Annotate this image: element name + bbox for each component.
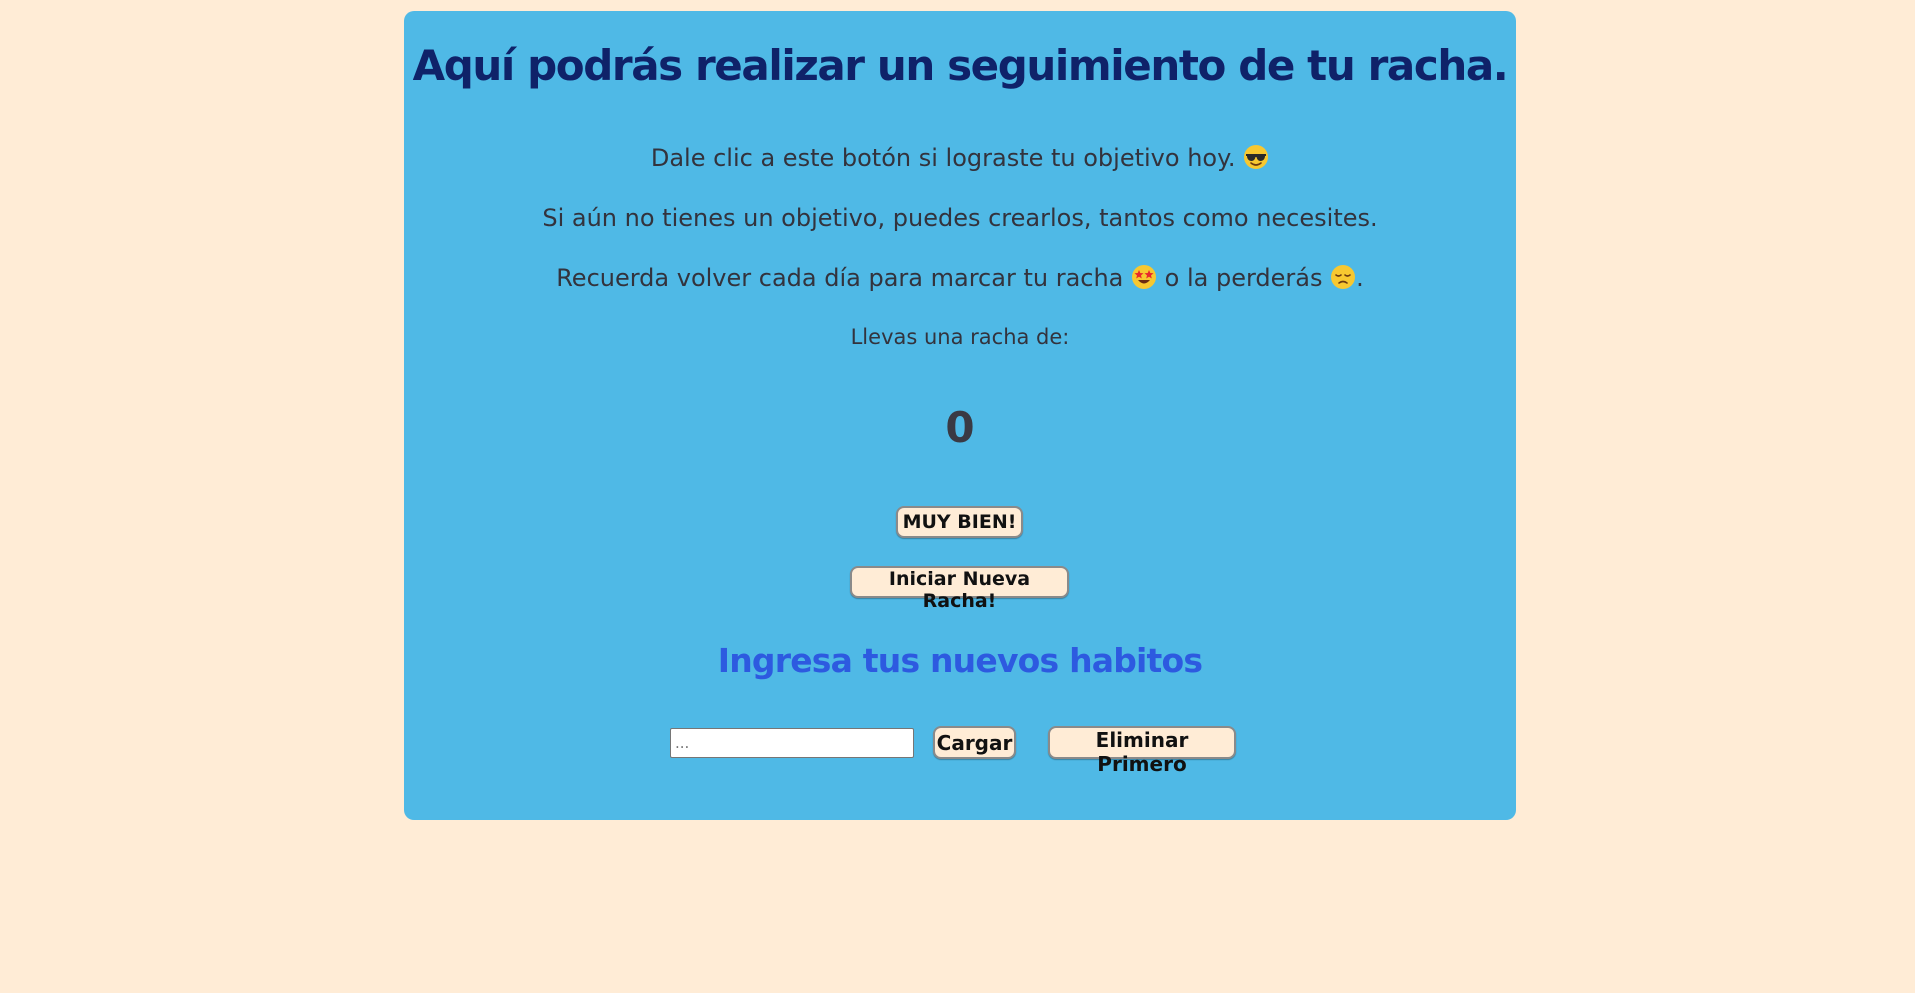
streak-label: Llevas una racha de: xyxy=(850,325,1070,349)
sunglasses-emoji-icon xyxy=(1244,145,1269,169)
page-title: Aquí podrás realizar un seguimiento de t… xyxy=(412,41,1509,90)
streak-card: Aquí podrás realizar un seguimiento de t… xyxy=(404,11,1516,820)
streak-counter: 0 xyxy=(945,403,975,452)
intro-line-3-part2: o la perderás xyxy=(1164,264,1323,292)
habit-input[interactable] xyxy=(670,728,914,758)
muy-bien-button[interactable]: MUY BIEN! xyxy=(896,506,1023,538)
habits-heading: Ingresa tus nuevos habitos xyxy=(717,641,1203,680)
intro-line-2: Si aún no tienes un objetivo, puedes cre… xyxy=(542,204,1378,232)
intro-line-3-part1: Recuerda volver cada día para marcar tu … xyxy=(556,264,1124,292)
intro-line-1: Dale clic a este botón si lograste tu ob… xyxy=(404,144,1516,172)
new-streak-button[interactable]: Iniciar Nueva Racha! xyxy=(850,566,1069,612)
intro-line-1-text: Dale clic a este botón si lograste tu ob… xyxy=(650,144,1236,172)
eliminar-primero-button[interactable]: Eliminar Primero xyxy=(1048,726,1236,776)
star-struck-emoji-icon xyxy=(1132,265,1157,289)
intro-line-3: Recuerda volver cada día para marcar tu … xyxy=(404,264,1516,292)
intro-line-3-end: . xyxy=(1356,264,1364,292)
cargar-button[interactable]: Cargar xyxy=(933,726,1016,759)
sad-emoji-icon xyxy=(1331,265,1356,289)
